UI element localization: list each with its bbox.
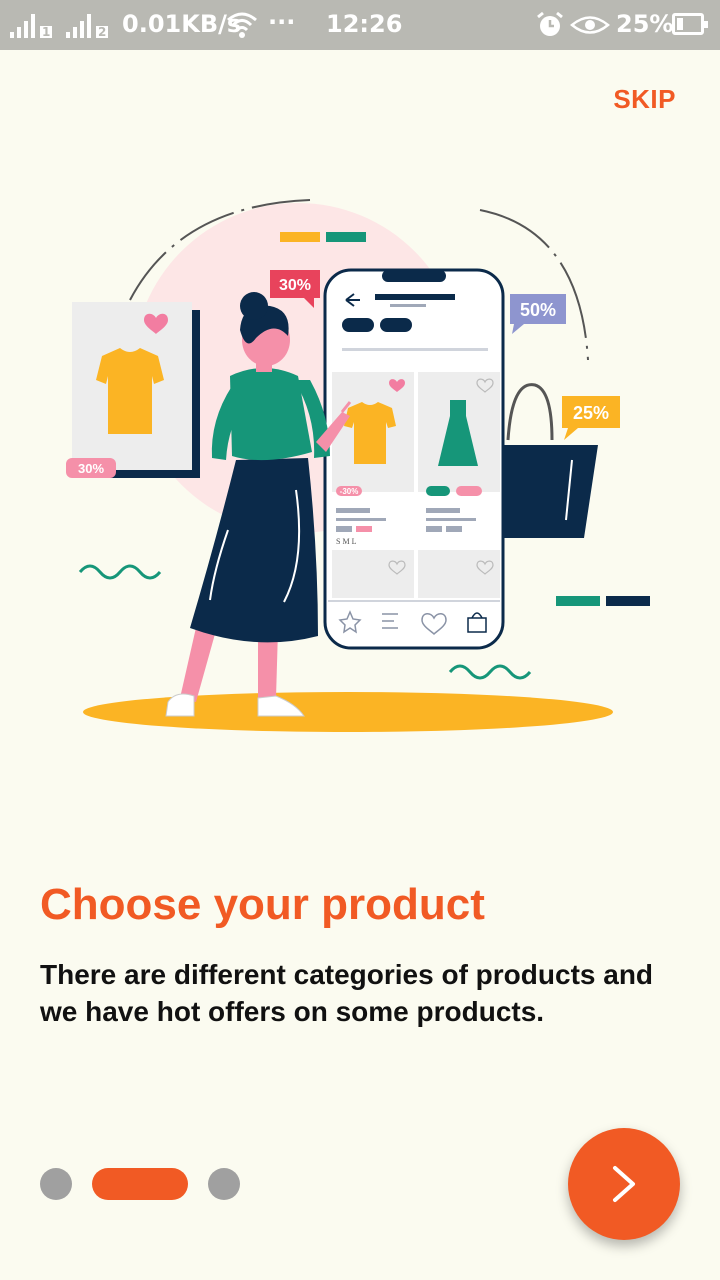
page-dot-3[interactable] <box>208 1168 240 1200</box>
eye-comfort-icon <box>570 16 610 34</box>
sim2-label: 2 <box>96 25 109 39</box>
tag-left-label: 30% <box>78 461 104 476</box>
decor-bar-yellow <box>280 232 320 242</box>
sim1-label: 1 <box>40 25 53 39</box>
left-product-card: 30% <box>66 302 200 478</box>
network-speed: 0.01KB/s <box>122 10 242 38</box>
page-dot-2-active[interactable] <box>92 1168 188 1200</box>
next-button[interactable] <box>568 1128 680 1240</box>
battery-percent: 25% <box>616 10 674 38</box>
clock: 12:26 <box>326 10 403 38</box>
card-discount-label: -30% <box>340 487 359 496</box>
floor-shadow <box>83 692 613 732</box>
decor-bar-navy-right <box>606 596 650 606</box>
chevron-right-icon <box>613 1166 635 1202</box>
alarm-icon <box>537 11 563 36</box>
decor-squiggle-right <box>448 664 532 680</box>
tag-top-label: 30% <box>279 277 311 294</box>
decor-bar-green <box>326 232 366 242</box>
onboarding-description: There are different categories of produc… <box>40 959 654 1027</box>
wifi-icon <box>227 12 257 38</box>
tag-right1-label: 50% <box>520 300 556 320</box>
decor-squiggle-left <box>78 564 162 580</box>
phone-illustration: -30% S M L <box>323 268 505 650</box>
signal-sim2-icon: 2 <box>66 12 109 39</box>
tag-right-1: 50% <box>510 294 566 334</box>
decor-bar-green-right <box>556 596 600 606</box>
status-bar: 1 2 0.01KB/s ··· 12:26 25% <box>0 0 720 50</box>
signal-sim1-icon: 1 <box>10 12 53 39</box>
battery-icon <box>672 13 708 35</box>
skip-button[interactable]: SKIP <box>613 84 676 115</box>
page-dot-1[interactable] <box>40 1168 72 1200</box>
onboarding-illustration: 30% -30% S M L 30% 50% 25% <box>66 199 650 732</box>
more-notifications-indicator: ··· <box>268 8 296 36</box>
page-indicator <box>40 1168 240 1200</box>
card-sizes-label: S M L <box>336 537 357 546</box>
tag-right-2: 25% <box>562 396 620 440</box>
onboarding-title: Choose your product <box>40 880 485 929</box>
tag-right2-label: 25% <box>573 403 609 423</box>
